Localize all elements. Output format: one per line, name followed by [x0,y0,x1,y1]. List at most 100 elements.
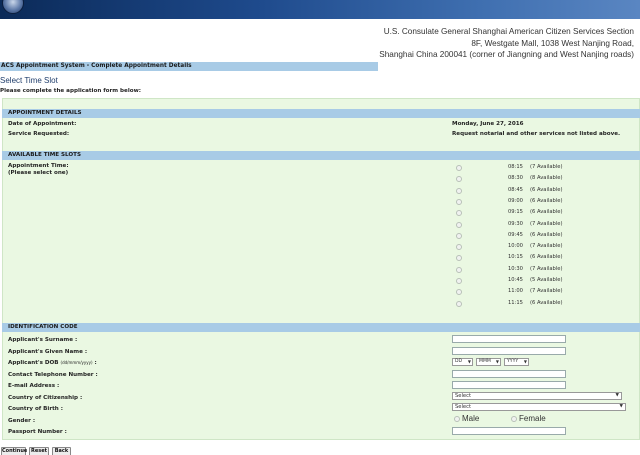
time-slot-time: 08:30 [508,175,523,182]
reset-button[interactable]: Reset [29,447,49,455]
birth-country-value: Select [455,404,472,410]
time-slot-time: 10:00 [508,243,523,250]
time-slot-option[interactable]: 09:15 (6 Available) [456,209,576,218]
chevron-down-icon: ▼ [495,359,499,364]
time-slot-option[interactable]: 09:30 (7 Available) [456,221,576,230]
time-slot-option[interactable]: 11:00 (7 Available) [456,288,576,297]
citizenship-label: Country of Citizenship : [8,395,83,401]
service-value: Request notarial and other services not … [452,131,621,137]
gender-male-label: Male [462,414,480,423]
phone-input[interactable] [452,370,566,378]
citizenship-value: Select [455,393,472,399]
time-slot-time: 08:15 [508,164,523,170]
time-slot-time: 09:30 [508,220,523,227]
surname-label: Applicant's Surname : [8,337,78,343]
time-slot-radio[interactable] [456,198,462,205]
time-slot-option[interactable]: 10:30 (7 Available) [456,266,576,275]
time-slot-option[interactable]: 10:45 (5 Available) [456,277,576,286]
consulate-seal-icon [2,0,24,14]
time-slot-availability: (6 Available) [530,209,563,216]
time-slot-radio[interactable] [456,255,462,262]
time-slot-time: 09:00 [508,197,523,204]
time-slot-availability: (8 Available) [530,175,563,182]
time-slot-radio[interactable] [456,278,462,284]
gender-male-radio[interactable] [454,416,460,422]
time-slot-availability: (6 Available) [530,186,563,193]
passport-input[interactable] [452,427,566,435]
appointment-time-hint: (Please select one) [8,170,69,176]
time-slot-radio[interactable] [456,221,462,228]
time-slot-availability: (7 Available) [530,164,563,170]
chevron-down-icon: ▼ [467,359,471,364]
time-slot-availability: (7 Available) [530,243,563,250]
time-slot-radio[interactable] [456,266,462,273]
time-slot-radio[interactable] [456,232,462,239]
gender-label: Gender : [8,418,36,424]
date-value: Monday, June 27, 2016 [452,121,524,127]
address-line-1: U.S. Consulate General Shanghai American… [383,27,634,36]
time-slots-header: AVAILABLE TIME SLOTS [2,151,640,160]
citizenship-select[interactable]: Select ▼ [452,392,622,400]
appointment-details-header: APPOINTMENT DETAILS [2,109,640,118]
time-slot-option[interactable]: 09:00 (6 Available) [456,198,576,207]
top-banner [0,0,640,19]
time-slot-option[interactable]: 08:45 (6 Available) [456,187,576,196]
time-slot-radio[interactable] [456,187,462,194]
time-slot-time: 09:15 [508,209,523,216]
dob-label-text: Applicant's DOB [8,360,59,366]
identification-header: IDENTIFICATION CODE [2,323,640,332]
time-slot-availability: (6 Available) [530,299,563,306]
date-label: Date of Appointment: [8,121,77,127]
time-slot-option[interactable]: 10:15 (6 Available) [456,254,576,263]
time-slot-radio[interactable] [456,176,462,183]
dob-format-hint: (dd/mmm/yyyy) [60,360,93,365]
time-slot-time: 11:00 [508,288,523,295]
passport-label: Passport Number : [8,429,67,435]
dob-year-select[interactable]: YYYY ▼ [504,358,529,366]
chevron-down-icon: ▼ [523,359,527,364]
time-slot-radio[interactable] [456,210,462,217]
time-slot-option[interactable]: 09:45 (6 Available) [456,232,576,241]
dob-month-select[interactable]: MMM ▼ [476,358,501,366]
phone-label: Contact Telephone Number : [8,372,98,378]
time-slot-availability: (5 Available) [530,277,563,283]
time-slot-radio[interactable] [456,289,462,296]
time-slot-radio[interactable] [456,165,462,171]
time-slot-availability: (6 Available) [530,197,563,204]
back-button[interactable]: Back [52,447,71,455]
address-line-2: 8F, Westgate Mall, 1038 West Nanjing Roa… [471,38,634,48]
time-slot-availability: (7 Available) [530,288,563,295]
chevron-down-icon: ▼ [619,404,623,409]
page-instructions: Please complete the application form bel… [0,88,142,94]
time-slot-availability: (7 Available) [530,220,563,227]
email-label: E-mail Address : [8,383,60,389]
time-slot-availability: (6 Available) [530,231,563,238]
service-label: Service Requested: [8,131,70,137]
continue-button[interactable]: Continue [1,447,27,455]
dob-month-value: MMM [479,359,491,364]
birth-country-select[interactable]: Select ▼ [452,403,626,411]
time-slot-radio[interactable] [456,244,462,251]
time-slot-radio[interactable] [456,300,462,307]
time-slot-time: 10:45 [508,277,523,283]
time-slot-availability: (6 Available) [530,254,563,261]
address-line-3: Shanghai China 200041 (corner of Jiangni… [379,50,634,59]
time-slot-availability: (7 Available) [530,265,563,272]
time-slot-option[interactable]: 11:15 (6 Available) [456,300,576,309]
time-slot-option[interactable]: 08:15 (7 Available) [456,164,576,173]
time-slot-time: 10:15 [508,254,523,261]
time-slot-option[interactable]: 10:00 (7 Available) [456,243,576,252]
surname-input[interactable] [452,335,566,343]
dob-day-value: DD [455,359,463,364]
page-title: Select Time Slot [0,76,58,85]
gender-female-label: Female [519,414,546,423]
time-slot-option[interactable]: 08:30 (8 Available) [456,175,576,184]
time-slot-time: 08:45 [508,186,523,193]
email-input[interactable] [452,381,566,389]
time-slot-time: 11:15 [508,299,523,306]
dob-day-select[interactable]: DD ▼ [452,358,473,366]
time-slot-time: 10:30 [508,265,523,272]
gender-female-radio[interactable] [511,416,517,422]
system-title: ACS Appointment System - Complete Appoin… [0,62,378,71]
given-name-input[interactable] [452,347,566,355]
